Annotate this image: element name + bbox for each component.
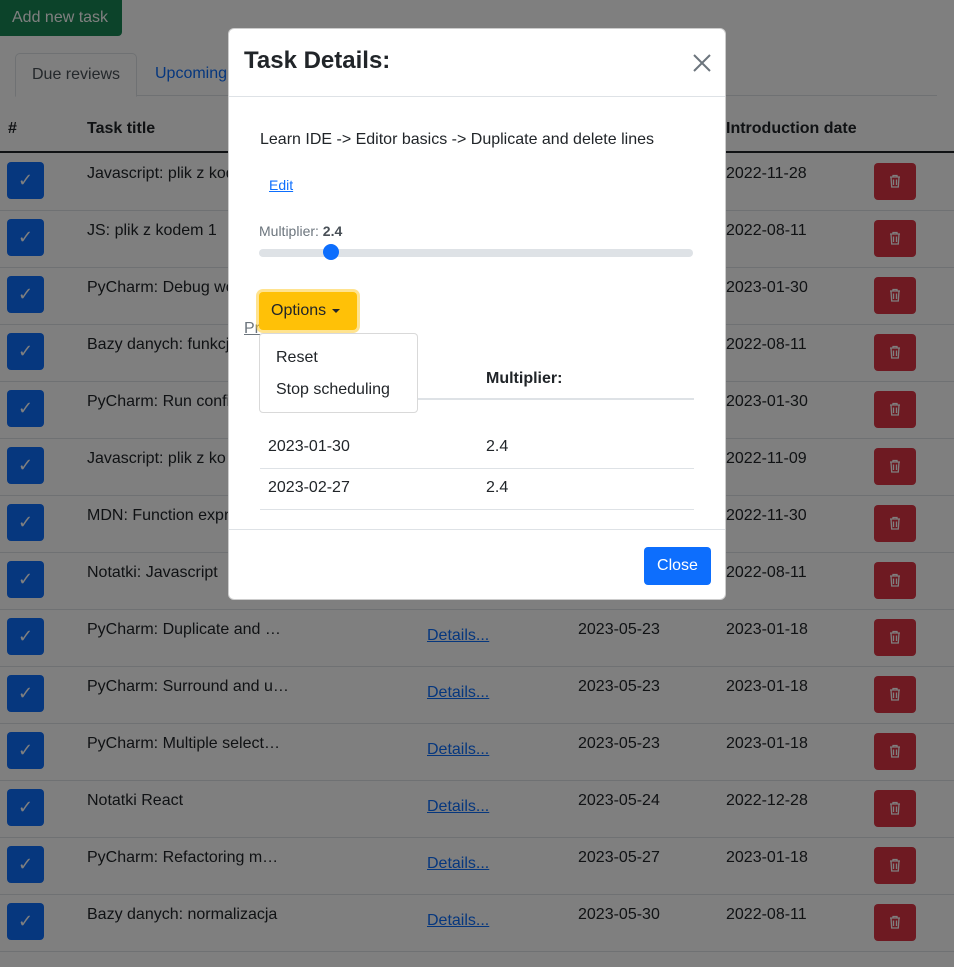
- multiplier-value: 2.4: [322, 223, 343, 239]
- modal-footer: Close: [229, 529, 725, 600]
- caret-down-icon: [332, 308, 341, 313]
- history-date: 2023-01-30: [268, 438, 350, 455]
- multiplier-label-text: Multiplier:: [259, 223, 319, 239]
- edit-link[interactable]: Edit: [269, 177, 293, 193]
- options-menu: Reset Stop scheduling: [259, 333, 418, 413]
- history-date: 2023-02-27: [268, 479, 350, 496]
- previous-link[interactable]: Pr: [244, 320, 260, 338]
- history-row-divider: [260, 468, 694, 469]
- menu-item-stop-scheduling[interactable]: Stop scheduling: [276, 381, 390, 399]
- history-header-multiplier: Multiplier:: [486, 370, 563, 387]
- task-path: Learn IDE -> Editor basics -> Duplicate …: [260, 131, 654, 148]
- modal-title: Task Details:: [244, 47, 391, 74]
- modal-header: Task Details:: [229, 29, 725, 97]
- modal-body: Learn IDE -> Editor basics -> Duplicate …: [229, 97, 725, 529]
- task-details-modal: Task Details: Learn IDE -> Editor basics…: [228, 28, 726, 600]
- close-button[interactable]: Close: [644, 547, 711, 585]
- menu-item-reset[interactable]: Reset: [276, 349, 318, 367]
- history-row-divider: [260, 509, 694, 510]
- page: Add new task Due reviews Upcoming # Task…: [0, 0, 954, 967]
- multiplier-label: Multiplier: 2.4: [259, 223, 342, 239]
- history-multiplier: 2.4: [486, 479, 509, 496]
- multiplier-slider-thumb[interactable]: [323, 244, 339, 260]
- history-multiplier: 2.4: [486, 438, 509, 455]
- close-icon[interactable]: [692, 53, 712, 73]
- options-label: Options: [271, 302, 327, 319]
- options-dropdown-button[interactable]: Options: [259, 292, 357, 330]
